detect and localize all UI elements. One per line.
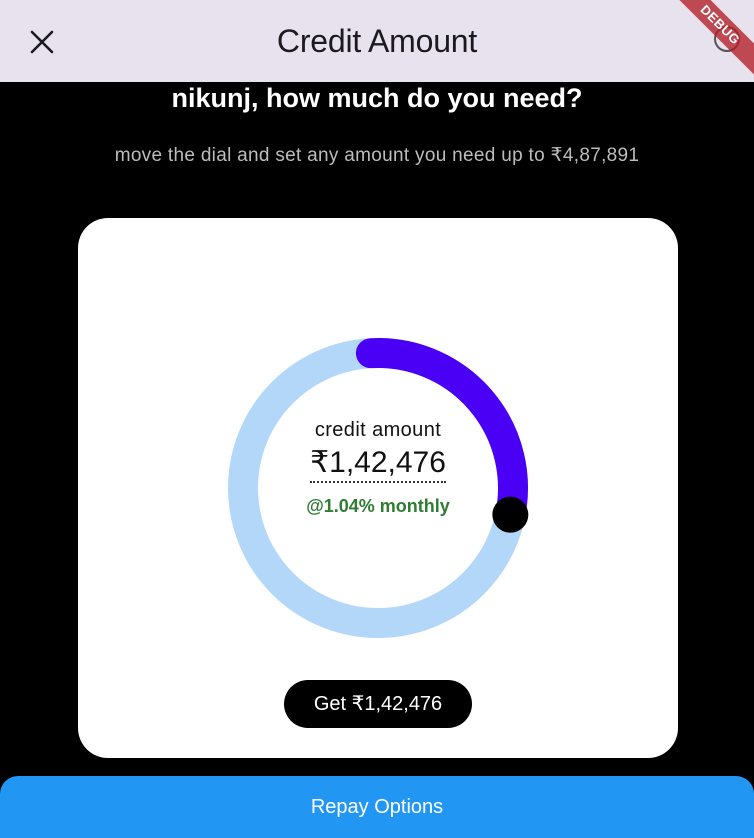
credit-dial-card: credit amount ₹1,42,476 @1.04% monthly G… (78, 218, 678, 758)
interest-rate-text: @1.04% monthly (306, 496, 450, 516)
amount-limit-subheading: move the dial and set any amount you nee… (114, 145, 640, 166)
page-title: Credit Amount (276, 23, 478, 59)
credit-amount-label: credit amount (314, 419, 442, 441)
credit-amount-value[interactable]: ₹1,42,476 (310, 446, 446, 483)
repay-options-button[interactable]: Repay Options (0, 776, 754, 838)
dial-readout: credit amount ₹1,42,476 @1.04% monthly (228, 418, 528, 517)
get-credit-button[interactable]: Get ₹1,42,476 (284, 680, 472, 728)
app-bar: Credit Amount DEBUG (0, 0, 754, 82)
amount-question-heading: nikunj, how much do you need? (171, 83, 583, 113)
